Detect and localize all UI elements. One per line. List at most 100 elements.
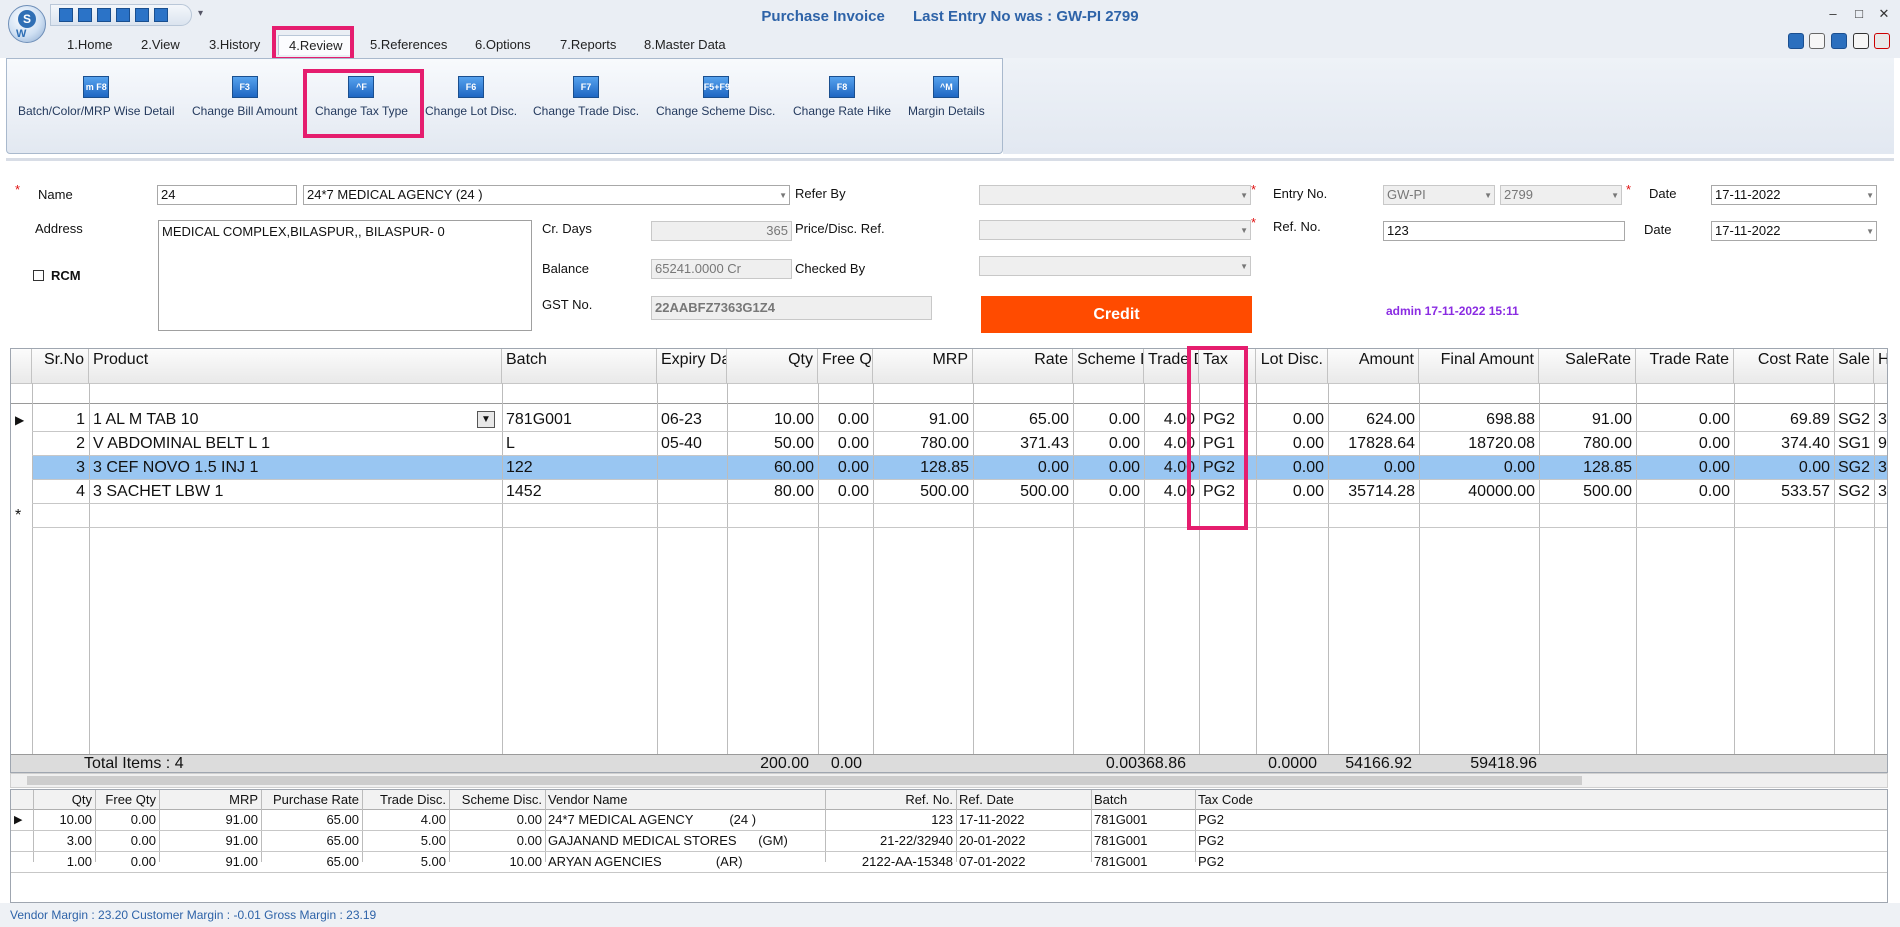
chevron-down-icon[interactable]: ▼ bbox=[779, 187, 787, 204]
chevron-down-icon[interactable]: ▼ bbox=[1611, 187, 1619, 204]
column-header-qty[interactable]: Qty bbox=[727, 349, 818, 383]
history-cell-purchase-rate[interactable]: 65.00 bbox=[261, 810, 362, 830]
grid-cell-sale-tax[interactable]: SG2 bbox=[1834, 408, 1874, 432]
margin-details-button[interactable]: ^M Margin Details bbox=[908, 76, 985, 118]
purchase-history-grid[interactable]: Qty Free Qty MRP Purchase Rate Trade Disc. Sc… bbox=[10, 789, 1888, 903]
help-icon[interactable] bbox=[1788, 33, 1804, 49]
column-header-final-amount[interactable]: Final Amount bbox=[1419, 349, 1539, 383]
grid-cell-product[interactable]: 3 CEF NOVO 1.5 INJ 1 bbox=[89, 456, 502, 480]
grid-cell-product[interactable]: V ABDOMINAL BELT L 1 bbox=[89, 432, 502, 456]
grid-cell-cost-rate[interactable]: 0.00 bbox=[1734, 456, 1834, 480]
grid-cell-amount[interactable]: 0.00 bbox=[1328, 456, 1419, 480]
history-cell-trade-disc[interactable]: 4.00 bbox=[362, 810, 449, 830]
grid-cell-qty[interactable]: 50.00 bbox=[727, 432, 818, 456]
grid-cell-sale-tax[interactable]: SG2 bbox=[1834, 456, 1874, 480]
change-bill-amount-button[interactable]: F3 Change Bill Amount bbox=[192, 76, 297, 118]
entry-prefix-select[interactable]: GW-PI ▼ bbox=[1383, 185, 1495, 205]
history-cell-free-qty[interactable]: 0.00 bbox=[95, 852, 159, 872]
chevron-down-icon[interactable]: ▼ bbox=[1240, 222, 1248, 239]
grid-cell-lot-disc[interactable]: 0.00 bbox=[1256, 480, 1328, 504]
grid-cell-sr-no[interactable]: 4 bbox=[32, 480, 89, 504]
chevron-down-icon[interactable]: ▼ bbox=[1866, 187, 1874, 204]
grid-cell-trade-rate[interactable]: 0.00 bbox=[1636, 456, 1734, 480]
history-cell-scheme-disc[interactable]: 10.00 bbox=[449, 852, 545, 872]
grid-cell-scheme-disc[interactable]: 0.00 bbox=[1073, 456, 1144, 480]
grid-cell-lot-disc[interactable]: 0.00 bbox=[1256, 456, 1328, 480]
chevron-down-icon[interactable]: ▼ bbox=[1240, 258, 1248, 275]
grid-cell-expiry-date[interactable] bbox=[657, 456, 727, 480]
history-cell-scheme-disc[interactable]: 0.00 bbox=[449, 831, 545, 851]
tab-view[interactable]: 2.View bbox=[141, 35, 180, 55]
grid-cell-salerate[interactable]: 128.85 bbox=[1539, 456, 1636, 480]
history-header-tax-code[interactable]: Tax Code bbox=[1195, 790, 1495, 810]
grid-cell-qty[interactable]: 60.00 bbox=[727, 456, 818, 480]
column-header-cost-rate[interactable]: Cost Rate bbox=[1734, 349, 1834, 383]
history-cell-qty[interactable]: 3.00 bbox=[33, 831, 95, 851]
grid-cell-batch[interactable]: 122 bbox=[502, 456, 657, 480]
history-header-free-qty[interactable]: Free Qty bbox=[95, 790, 159, 810]
history-cell-qty[interactable]: 1.00 bbox=[33, 852, 95, 872]
history-header-ref-date[interactable]: Ref. Date bbox=[956, 790, 1091, 810]
history-cell-ref-date[interactable]: 20-01-2022 bbox=[956, 831, 1091, 851]
grid-cell-product[interactable]: 3 SACHET LBW 1 bbox=[89, 480, 502, 504]
app-logo[interactable]: S W bbox=[8, 5, 46, 43]
grid-cell-trade-rate[interactable]: 0.00 bbox=[1636, 408, 1734, 432]
refer-by-select[interactable]: ▼ bbox=[979, 185, 1251, 205]
grid-cell-sale-tax[interactable]: SG1 bbox=[1834, 432, 1874, 456]
history-cell-purchase-rate[interactable]: 65.00 bbox=[261, 831, 362, 851]
history-cell-ref-no[interactable]: 2122-AA-15348 bbox=[825, 852, 956, 872]
change-lot-disc-button[interactable]: F6 Change Lot Disc. bbox=[425, 76, 517, 118]
grid-cell-free-qty[interactable]: 0.00 bbox=[818, 432, 873, 456]
history-cell-free-qty[interactable]: 0.00 bbox=[95, 810, 159, 830]
column-header-salerate[interactable]: SaleRate bbox=[1539, 349, 1636, 383]
grid-cell-salerate[interactable]: 780.00 bbox=[1539, 432, 1636, 456]
grid-cell-h[interactable]: 30 bbox=[1874, 480, 1887, 504]
grid-cell-batch[interactable]: 781G001 bbox=[502, 408, 657, 432]
chevron-down-icon[interactable]: ▼ bbox=[1484, 187, 1492, 204]
column-header-amount[interactable]: Amount bbox=[1328, 349, 1419, 383]
grid-cell-lot-disc[interactable]: 0.00 bbox=[1256, 432, 1328, 456]
history-header-batch[interactable]: Batch bbox=[1091, 790, 1195, 810]
change-trade-disc-button[interactable]: F7 Change Trade Disc. bbox=[533, 76, 639, 118]
ref-no-field[interactable]: 123 bbox=[1383, 221, 1625, 241]
grid-cell-free-qty[interactable]: 0.00 bbox=[818, 480, 873, 504]
grid-cell-sr-no[interactable]: 2 bbox=[32, 432, 89, 456]
column-header-trade-rate[interactable]: Trade Rate bbox=[1636, 349, 1734, 383]
grid-cell-final-amount[interactable]: 0.00 bbox=[1419, 456, 1539, 480]
history-header-purchase-rate[interactable]: Purchase Rate bbox=[261, 790, 362, 810]
grid-cell-qty[interactable]: 80.00 bbox=[727, 480, 818, 504]
grid-cell-salerate[interactable]: 91.00 bbox=[1539, 408, 1636, 432]
calculator-icon[interactable] bbox=[1853, 33, 1869, 49]
grid-cell-free-qty[interactable]: 0.00 bbox=[818, 456, 873, 480]
grid-cell-amount[interactable]: 624.00 bbox=[1328, 408, 1419, 432]
history-cell-vendor-name[interactable]: 24*7 MEDICAL AGENCY (24 ) bbox=[545, 810, 825, 830]
grid-cell-product[interactable]: 1 AL M TAB 10 bbox=[89, 408, 502, 432]
column-header-lot-disc[interactable]: Lot Disc. bbox=[1256, 349, 1328, 383]
grid-cell-scheme-disc[interactable]: 0.00 bbox=[1073, 432, 1144, 456]
grid-cell-batch[interactable]: L bbox=[502, 432, 657, 456]
change-scheme-disc-button[interactable]: F5+F9 Change Scheme Disc. bbox=[656, 76, 775, 118]
grid-cell-rate[interactable]: 371.43 bbox=[973, 432, 1073, 456]
column-header-mrp[interactable]: MRP bbox=[873, 349, 973, 383]
history-cell-vendor-name[interactable]: ARYAN AGENCIES (AR) bbox=[545, 852, 825, 872]
grid-cell-mrp[interactable]: 500.00 bbox=[873, 480, 973, 504]
price-ref-select[interactable]: ▼ bbox=[979, 220, 1251, 240]
grid-cell-free-qty[interactable]: 0.00 bbox=[818, 408, 873, 432]
history-cell-batch[interactable]: 781G001 bbox=[1091, 852, 1195, 872]
checked-by-select[interactable]: ▼ bbox=[979, 256, 1251, 276]
history-cell-vendor-name[interactable]: GAJANAND MEDICAL STORES (GM) bbox=[545, 831, 825, 851]
history-cell-ref-date[interactable]: 07-01-2022 bbox=[956, 852, 1091, 872]
history-cell-ref-date[interactable]: 17-11-2022 bbox=[956, 810, 1091, 830]
grid-cell-h[interactable]: 30 bbox=[1874, 408, 1887, 432]
history-header-ref-no[interactable]: Ref. No. bbox=[825, 790, 956, 810]
column-header-scheme-disc[interactable]: Scheme Disc. bbox=[1073, 349, 1144, 383]
history-cell-ref-no[interactable]: 21-22/32940 bbox=[825, 831, 956, 851]
column-header-h[interactable]: H bbox=[1874, 349, 1887, 383]
grid-cell-final-amount[interactable]: 18720.08 bbox=[1419, 432, 1539, 456]
grid-cell-sr-no[interactable]: 3 bbox=[32, 456, 89, 480]
history-cell-batch[interactable]: 781G001 bbox=[1091, 810, 1195, 830]
grid-cell-expiry-date[interactable]: 05-40 bbox=[657, 432, 727, 456]
tab-master-data[interactable]: 8.Master Data bbox=[644, 35, 726, 55]
column-header-expiry-date[interactable]: Expiry Date bbox=[657, 349, 727, 383]
batch-wise-detail-button[interactable]: m F8 Batch/Color/MRP Wise Detail bbox=[18, 76, 175, 118]
